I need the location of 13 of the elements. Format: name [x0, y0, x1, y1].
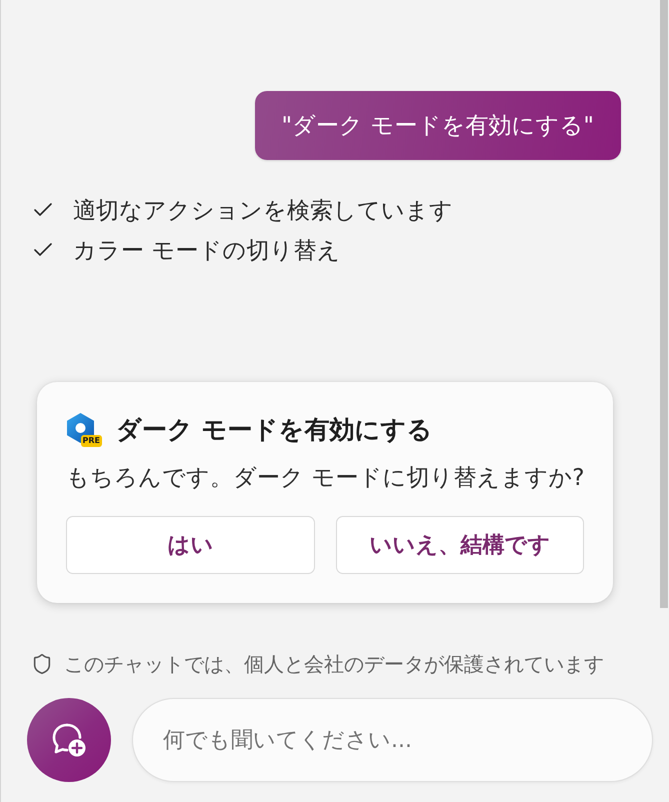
choice-button[interactable]: はい: [66, 516, 314, 574]
progress-step-text: 適切なアクションを検索しています: [73, 196, 453, 226]
user-message-bubble: "ダーク モードを有効にする": [254, 91, 621, 160]
message-input[interactable]: 何でも聞いてください...: [132, 698, 653, 782]
shield-icon: [31, 653, 53, 675]
pre-badge: PRE: [80, 434, 102, 446]
progress-step-text: カラー モードの切り替え: [73, 236, 340, 266]
privacy-notice: このチャットでは、個人と会社のデータが保護されています: [64, 650, 604, 678]
choice-button[interactable]: いいえ、結構です: [336, 516, 584, 574]
new-chat-icon: [51, 722, 87, 758]
scrollbar-thumb[interactable]: [660, 0, 668, 608]
card-message: もちろんです。ダーク モードに切り替えますか?: [66, 464, 584, 493]
card-title: ダーク モードを有効にする: [116, 414, 433, 446]
